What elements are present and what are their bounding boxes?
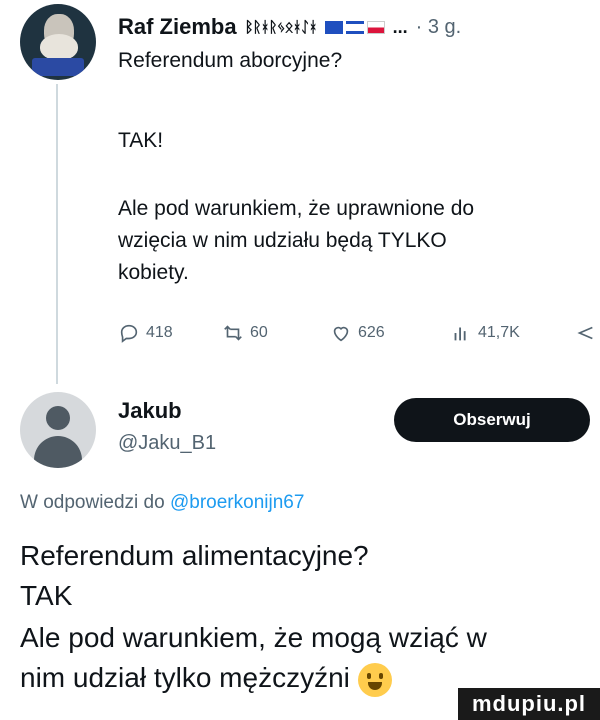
reply-count: 418: [146, 324, 173, 341]
watermark: mdupiu.pl: [458, 688, 600, 720]
tweet-text-line: kobiety.: [118, 261, 189, 284]
follow-button[interactable]: Obserwuj: [394, 398, 590, 442]
reply-text-last-line: nim udział tylko mężczyźni: [20, 658, 392, 698]
flags-more: ...: [392, 16, 408, 37]
like-count: 626: [358, 324, 385, 341]
reply-icon: [120, 324, 138, 343]
thread-connector: [56, 84, 58, 384]
reply-author-handle[interactable]: @Jaku_B1: [118, 432, 216, 455]
author-name[interactable]: Raf Ziemba: [118, 14, 237, 40]
views-count: 41,7K: [478, 324, 520, 341]
reply-to-prefix: W odpowiedzi do: [20, 492, 165, 513]
eu-flag-icon: [324, 20, 343, 34]
share-button[interactable]: [574, 322, 596, 344]
reply-text-line: TAK: [20, 580, 73, 611]
tweet-text-line: Ale pod warunkiem, że uprawnione do: [118, 197, 475, 220]
tongue-face-emoji-icon: [357, 662, 392, 697]
retweet-icon: [224, 325, 242, 341]
retweet-count: 60: [250, 324, 268, 341]
israel-flag-icon: [345, 20, 364, 34]
reply-text-line: Ale pod warunkiem, że mogą wziąć w: [20, 622, 487, 653]
flag-icons: [324, 20, 385, 34]
reply-author-name[interactable]: Jakub: [118, 398, 182, 424]
like-button[interactable]: 626: [330, 322, 385, 344]
retweet-button[interactable]: 60: [222, 322, 268, 344]
reply-author-avatar[interactable]: [20, 392, 96, 468]
tweet-text-line: TAK!: [118, 129, 164, 152]
author-avatar[interactable]: [20, 4, 96, 80]
views-icon: [454, 327, 466, 341]
tweet-header: Raf Ziemba ᛒᚱᚼᚱᛃᛟᚼᛇᚼ ... · 3 g.: [118, 14, 461, 40]
tweet-time[interactable]: · 3 g.: [416, 16, 462, 39]
reply-text-line: Referendum alimentacyjne?: [20, 540, 369, 571]
views-button[interactable]: 41,7K: [450, 322, 520, 344]
reply-text-line: nim udział tylko mężczyźni: [20, 662, 350, 693]
reply-button[interactable]: 418: [118, 322, 173, 344]
reply-to-line: W odpowiedzi do @broerkonijn67: [20, 492, 304, 514]
poland-flag-icon: [366, 20, 385, 34]
tweet-text-line: wzięcia w nim udziału będą TYLKO: [118, 229, 447, 252]
tweet-text-line: Referendum aborcyjne?: [118, 49, 343, 72]
heart-icon: [333, 326, 349, 342]
reply-to-mention[interactable]: @broerkonijn67: [170, 492, 304, 513]
share-icon: [577, 326, 593, 340]
author-badges: ᛒᚱᚼᚱᛃᛟᚼᛇᚼ: [244, 18, 318, 36]
